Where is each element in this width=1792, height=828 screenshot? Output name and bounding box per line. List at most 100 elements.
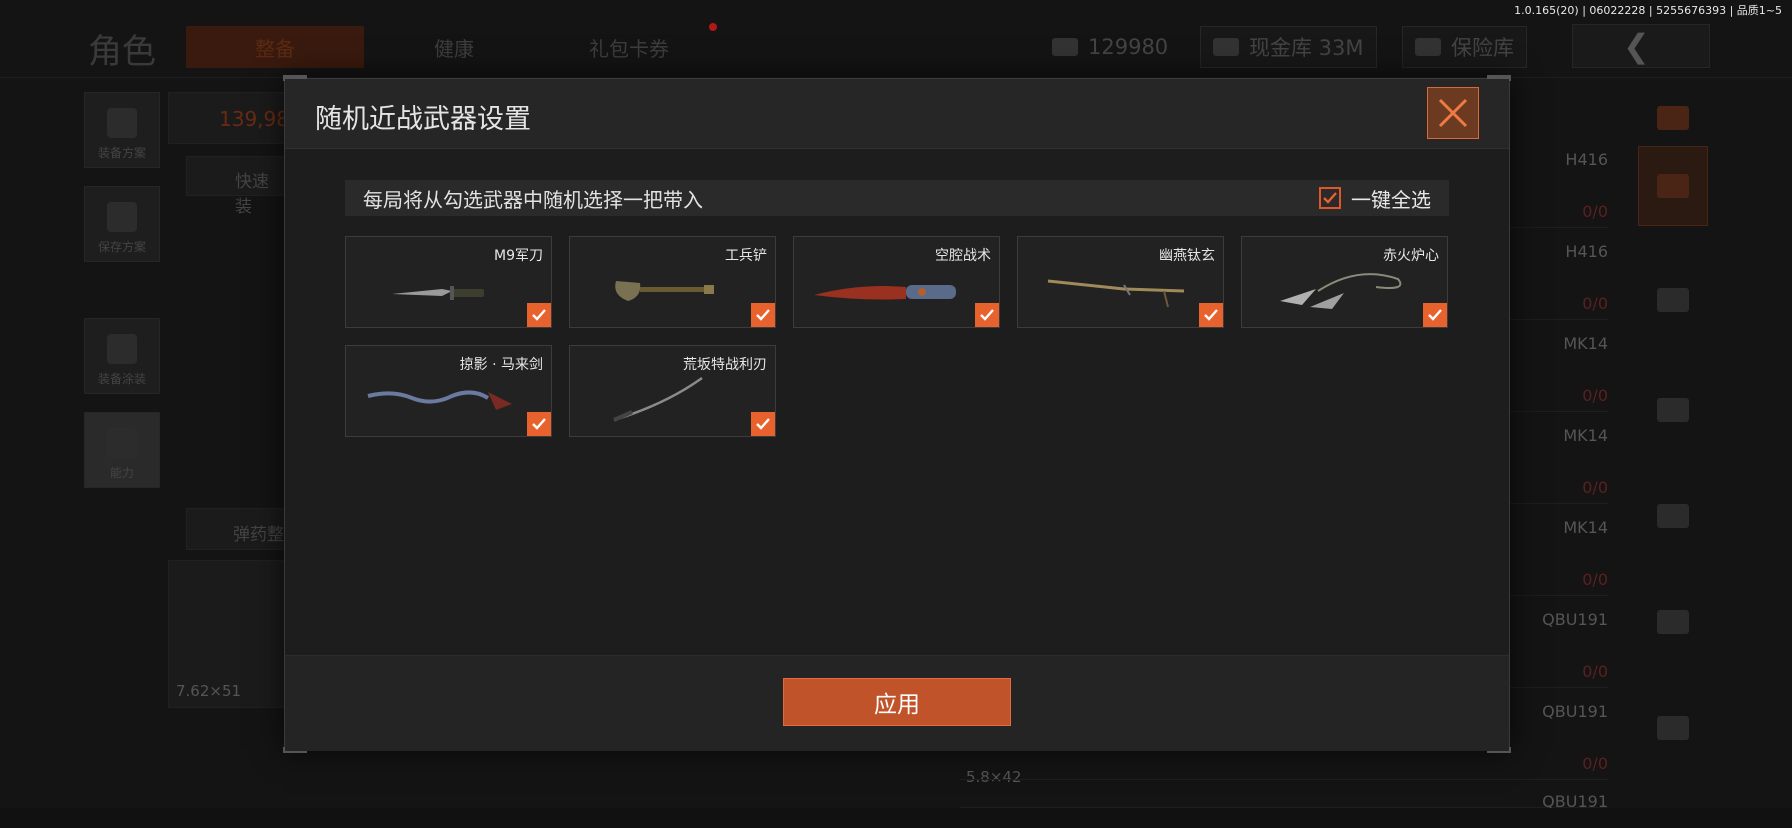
- helmet-icon: [107, 334, 137, 364]
- item-name: H416: [1565, 150, 1608, 169]
- weapon-checkbox[interactable]: [527, 412, 551, 436]
- check-icon: [1428, 309, 1442, 321]
- tab-health[interactable]: 健康: [384, 26, 524, 68]
- sidebar-item-loadout[interactable]: 装备方案: [84, 92, 160, 168]
- apply-button[interactable]: 应用: [783, 678, 1011, 726]
- item-name: MK14: [1563, 334, 1608, 353]
- bayonet-icon: [392, 286, 484, 300]
- bullet-icon: [1657, 610, 1689, 634]
- weapon-name: 掠影 · 马来剑: [459, 357, 543, 373]
- kunai-icon: [1280, 273, 1402, 309]
- right-tab-ammo[interactable]: [1638, 582, 1708, 662]
- item-name: MK14: [1563, 426, 1608, 445]
- shovel-icon: [615, 281, 714, 301]
- refresh-icon: [1657, 106, 1689, 130]
- item-count: 0/0: [1582, 202, 1608, 221]
- page-title: 角色: [88, 32, 156, 72]
- item-count: 0/0: [1582, 478, 1608, 497]
- weapon-name: 空腔战术: [935, 248, 991, 264]
- close-button[interactable]: [1427, 87, 1479, 139]
- item-name: QBU191: [1542, 702, 1608, 721]
- right-tab-helmet[interactable]: [1638, 260, 1708, 340]
- money-value: 129980: [1088, 35, 1169, 59]
- quick-equip-button[interactable]: 快速装: [186, 156, 286, 217]
- balance-value: 139,98: [219, 107, 289, 131]
- sword-icon: [1047, 279, 1185, 308]
- knife-icon: [814, 285, 956, 300]
- vest-icon: [107, 108, 137, 138]
- weapon-card-cavity-tactical[interactable]: 空腔战术: [793, 236, 1000, 328]
- dialog-body: 每局将从勾选武器中随机选择一把带入 一键全选 M9军刀 工兵铲 空腔战术 幽燕钛…: [285, 150, 1509, 655]
- item-count: 0/0: [1582, 570, 1608, 589]
- safe-label: 保险库: [1451, 36, 1514, 60]
- check-icon: [756, 418, 770, 430]
- weapon-checkbox[interactable]: [1199, 303, 1223, 327]
- item-count: 0/0: [1582, 294, 1608, 313]
- sidebar-item-label: 装备方案: [97, 146, 146, 160]
- sidebar-item-label: 装备涂装: [97, 372, 146, 386]
- weapon-checkbox[interactable]: [751, 412, 775, 436]
- tab-equip[interactable]: 整备: [186, 26, 364, 68]
- checkbox[interactable]: [1319, 187, 1341, 209]
- weapon-checkbox[interactable]: [1423, 303, 1447, 327]
- ammo-button[interactable]: 弹药整: [186, 508, 286, 550]
- cash-vault-label: 现金库 33M: [1249, 36, 1364, 60]
- check-icon: [1204, 309, 1218, 321]
- item-name: H416: [1565, 242, 1608, 261]
- weapon-card-arasaka[interactable]: 荒坂特战利刃: [569, 345, 776, 437]
- katana-icon: [613, 376, 703, 422]
- lightning-icon: [107, 428, 137, 458]
- weapon-checkbox[interactable]: [975, 303, 999, 327]
- sidebar-item-label: 保存方案: [97, 240, 146, 254]
- info-bar: 每局将从勾选武器中随机选择一把带入 一键全选: [345, 180, 1449, 216]
- back-arrow-icon: ❮: [1623, 27, 1650, 65]
- melee-weapon-settings-dialog: 随机近战武器设置 每局将从勾选武器中随机选择一把带入 一键全选 M9军刀 工兵铲: [283, 75, 1511, 753]
- dialog-footer: 应用: [285, 655, 1509, 751]
- money-display: 129980: [1052, 26, 1168, 68]
- right-tab-magazine[interactable]: [1638, 476, 1708, 556]
- kris-icon: [367, 390, 512, 410]
- ammo-label: 弹药整: [233, 525, 284, 545]
- item-count: 0/0: [1582, 662, 1608, 681]
- right-tab-rifle[interactable]: [1638, 370, 1708, 450]
- sidebar-item-save[interactable]: 保存方案: [84, 186, 160, 262]
- download-icon: [107, 202, 137, 232]
- back-button[interactable]: ❮: [1572, 24, 1710, 68]
- right-tab-sight[interactable]: [1638, 688, 1708, 768]
- vault-icon: [1213, 38, 1239, 56]
- weapon-checkbox[interactable]: [751, 303, 775, 327]
- dialog-title: 随机近战武器设置: [315, 104, 531, 135]
- check-icon: [756, 309, 770, 321]
- item-count: 0/0: [1582, 386, 1608, 405]
- check-icon: [532, 418, 546, 430]
- tab-gift-cards[interactable]: 礼包卡券: [544, 26, 714, 68]
- select-all-checkbox[interactable]: 一键全选: [1319, 184, 1431, 213]
- cash-icon: [1052, 38, 1078, 56]
- sidebar-item-label: 能力: [109, 466, 134, 480]
- info-text: 每局将从勾选武器中随机选择一把带入: [363, 187, 703, 212]
- check-icon: [980, 309, 994, 321]
- sidebar-item-ability[interactable]: 能力: [84, 412, 160, 488]
- dialog-header: 随机近战武器设置: [285, 79, 1509, 149]
- cash-vault-button[interactable]: 现金库 33M: [1200, 26, 1377, 68]
- weapon-card-m9[interactable]: M9军刀: [345, 236, 552, 328]
- close-icon: [1438, 98, 1468, 128]
- weapon-checkbox[interactable]: [527, 303, 551, 327]
- weapon-card-lueying[interactable]: 掠影 · 马来剑: [345, 345, 552, 437]
- weapon-card-shovel[interactable]: 工兵铲: [569, 236, 776, 328]
- weapon-card-chihuo[interactable]: 赤火炉心: [1241, 236, 1448, 328]
- safe-button[interactable]: 保险库: [1402, 26, 1527, 68]
- notification-dot: [709, 23, 717, 31]
- item-name: MK14: [1563, 518, 1608, 537]
- version-info: 1.0.165(20) | 06022228 | 5255676393 | 品质…: [1514, 4, 1782, 17]
- select-all-label: 一键全选: [1351, 187, 1431, 212]
- weapon-card-youyan[interactable]: 幽燕钛玄: [1017, 236, 1224, 328]
- magazine-icon: [1657, 504, 1689, 528]
- check-icon: [1323, 192, 1337, 204]
- stack-icon: [1657, 174, 1689, 198]
- sidebar-item-skins[interactable]: 装备涂装: [84, 318, 160, 394]
- weapon-name: 工兵铲: [725, 248, 767, 264]
- helmet-icon: [1657, 288, 1689, 312]
- right-tab-all[interactable]: [1638, 146, 1708, 226]
- list-item[interactable]: QBU191: [960, 778, 1608, 811]
